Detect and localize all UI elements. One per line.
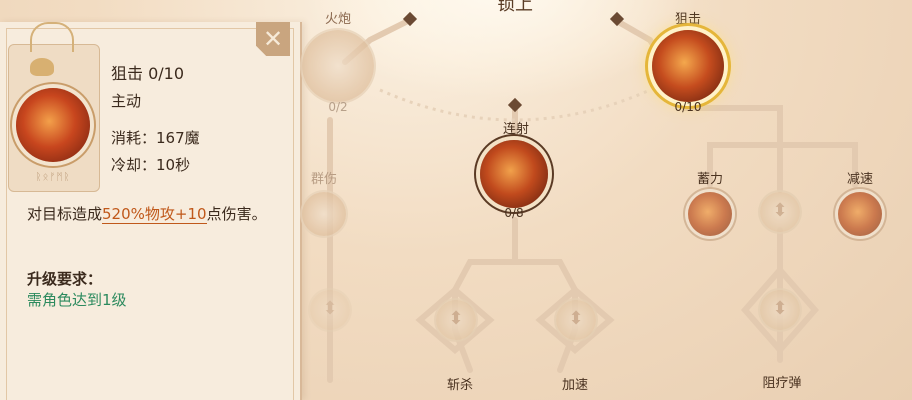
node-label-jiansu: 减速 [846, 172, 873, 187]
node-level-juji: 0/10 [674, 100, 702, 114]
close-button[interactable]: ✕ [256, 22, 290, 56]
node-label-juji: 狙击 [674, 12, 701, 27]
node-label-huopao: 火炮 [324, 12, 351, 27]
skill-description: 对目标造成520%物攻+10点伤害。 [27, 204, 277, 225]
desc-prefix: 对目标造成 [27, 205, 103, 223]
skill-cost: 消耗：167魔 [111, 129, 200, 147]
lock-icon [310, 290, 350, 330]
slow-skill-node[interactable] [838, 192, 882, 236]
lock-icon [760, 192, 800, 232]
node-label-xuli: 蓄力 [696, 172, 723, 187]
card-rune-text: ᚱᛟᚠᛗᚱ [35, 172, 71, 183]
lock-icon [436, 300, 476, 340]
node-level-lianshe: 0/8 [504, 206, 524, 220]
sniper-node[interactable] [652, 30, 724, 102]
aoe-skill-node[interactable] [302, 192, 346, 236]
card-hanger [30, 22, 74, 52]
node-label-lianshe: 连射 [502, 122, 529, 137]
skill-type: 主动 [111, 92, 142, 110]
cannon-skill-icon[interactable] [302, 30, 374, 102]
desc-highlight: 520%物攻+10 [102, 205, 207, 224]
skill-title: 狙击 0/10 [111, 64, 185, 83]
node-label-jiasu: 加速 [561, 378, 588, 393]
node-label-zhansha: 斩杀 [446, 378, 473, 393]
skill-cooldown: 冷却：10秒 [111, 156, 191, 174]
desc-suffix: 点伤害。 [206, 205, 267, 223]
close-icon: ✕ [262, 25, 284, 53]
multishot-skill-icon[interactable] [480, 140, 548, 208]
card-bow [30, 58, 54, 76]
tree-title: 锁上 [497, 0, 533, 15]
node-label-zuliaodan: 阻疗弹 [762, 376, 802, 391]
requirement-label: 升级要求： [27, 270, 103, 288]
lock-icon [760, 290, 800, 330]
lock-icon [556, 300, 596, 340]
sniper-skill-icon [16, 88, 90, 162]
charge-skill-node[interactable] [688, 192, 732, 236]
node-level-huopao: 0/2 [328, 100, 348, 114]
requirement-value: 需角色达到1级 [27, 291, 127, 309]
node-label-qunshang: 群伤 [310, 172, 337, 187]
